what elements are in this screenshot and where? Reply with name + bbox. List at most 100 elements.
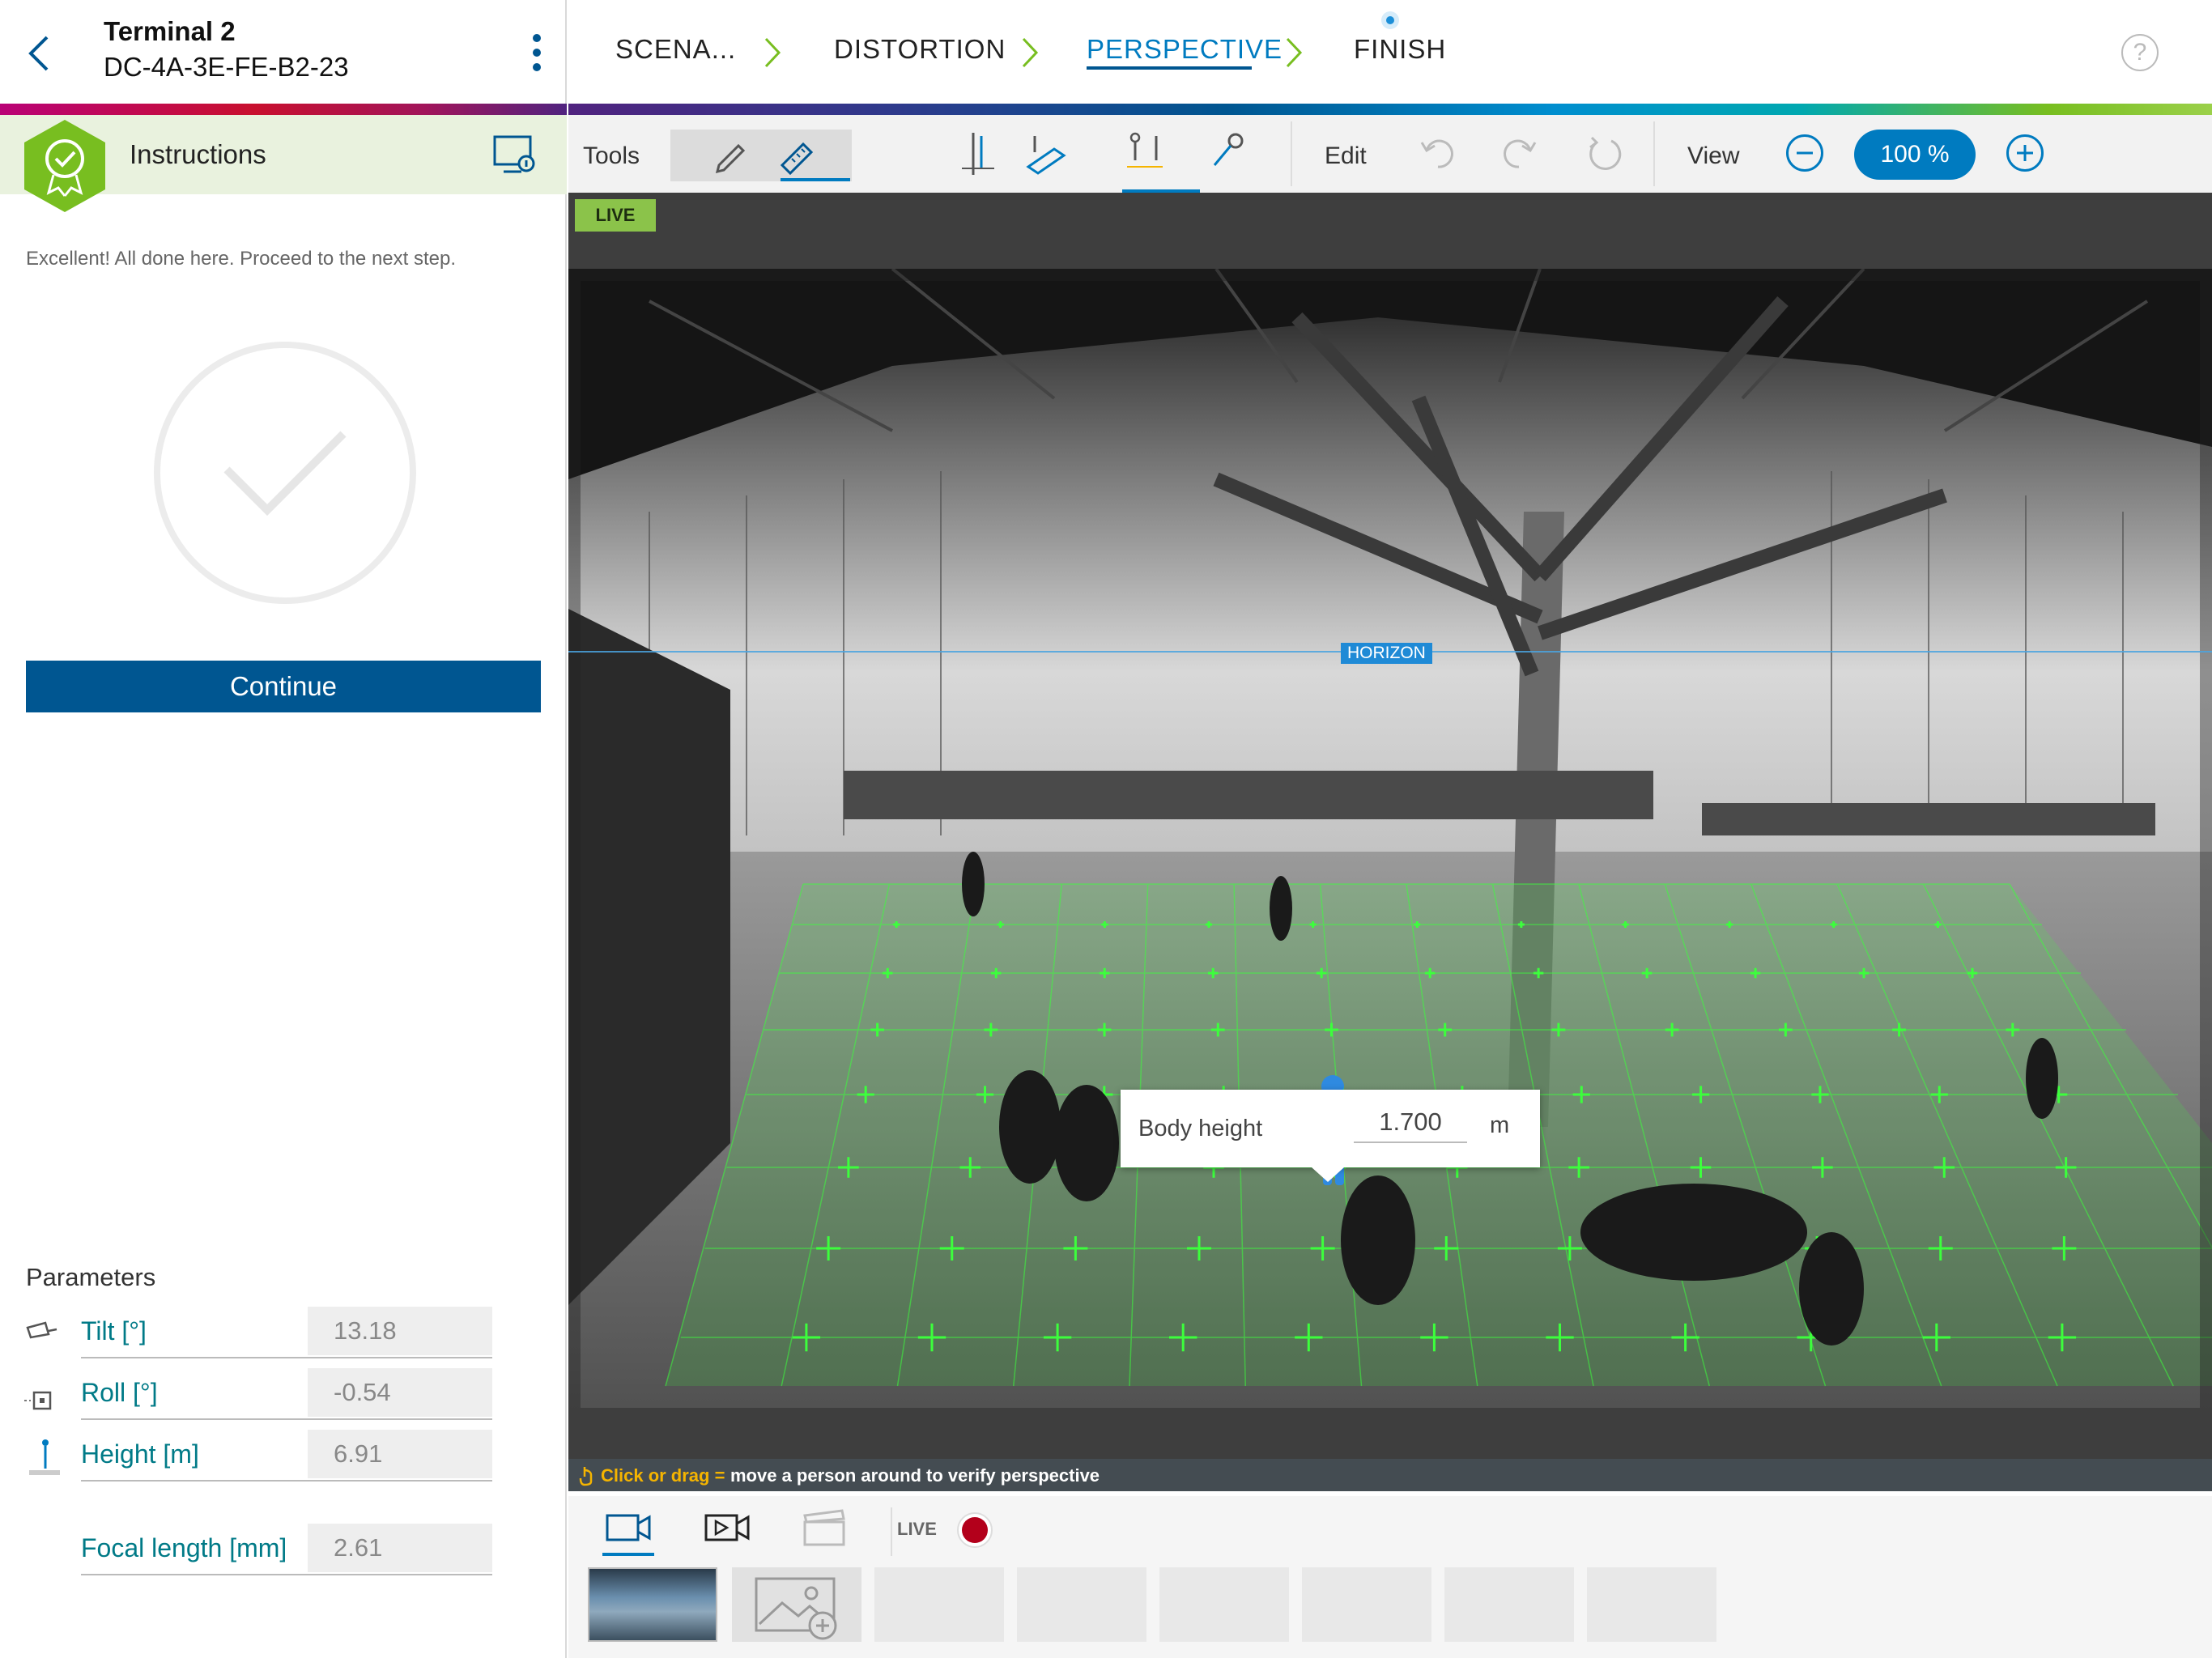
divider bbox=[81, 1574, 492, 1575]
body-height-unit: m bbox=[1490, 1112, 1510, 1138]
brand-strip bbox=[0, 104, 567, 115]
screen-hint-icon bbox=[493, 135, 535, 173]
divider bbox=[81, 1480, 492, 1482]
hint-text: move a person around to verify perspecti… bbox=[730, 1465, 1100, 1486]
brand-strip bbox=[568, 104, 2212, 115]
tilt-label: Tilt [°] bbox=[81, 1316, 147, 1346]
live-tag: LIVE bbox=[575, 199, 656, 232]
kebab-dot-icon bbox=[533, 34, 541, 42]
terminal-hall-image bbox=[568, 269, 2212, 1420]
chevron-right-icon bbox=[1022, 37, 1039, 68]
param-height: Height [m] 6.91 bbox=[0, 1430, 567, 1483]
empty-snapshot-slot bbox=[1017, 1567, 1146, 1642]
calibration-point-tool-icon[interactable] bbox=[1205, 128, 1253, 180]
empty-snapshot-slot bbox=[874, 1567, 1004, 1642]
instructions-text: Excellent! All done here. Proceed to the… bbox=[26, 248, 456, 270]
camera-tilt-icon bbox=[26, 1321, 57, 1339]
plus-icon bbox=[2017, 145, 2033, 161]
left-panel: Terminal 2 DC-4A-3E-FE-B2-23 Instruction… bbox=[0, 0, 567, 1658]
active-tool-indicator bbox=[781, 178, 850, 181]
add-snapshot-button[interactable] bbox=[732, 1567, 861, 1642]
step-perspective[interactable]: PERSPECTIVE bbox=[1087, 34, 1283, 65]
param-roll: Roll [°] -0.54 bbox=[0, 1368, 567, 1422]
body-height-input[interactable]: 1.700 bbox=[1354, 1107, 1467, 1143]
instructions-bar: Instructions bbox=[0, 115, 567, 212]
body-height-label: Body height bbox=[1138, 1116, 1263, 1141]
minus-icon bbox=[1797, 151, 1813, 155]
device-title: Terminal 2 bbox=[104, 16, 236, 46]
body-height-popup: Body height 1.700 m bbox=[1121, 1090, 1540, 1182]
toolbar-separator bbox=[1291, 121, 1292, 186]
camera-viewport[interactable]: LIVE HORIZON Body height 1.700 m Click o… bbox=[568, 193, 2212, 1491]
height-label: Height [m] bbox=[81, 1439, 199, 1469]
device-id: DC-4A-3E-FE-B2-23 bbox=[104, 52, 349, 82]
wizard-steps: SCENA... DISTORTION PERSPECTIVE FINISH ? bbox=[568, 0, 2212, 104]
empty-snapshot-slot bbox=[1444, 1567, 1574, 1642]
zoom-level[interactable]: 100 % bbox=[1854, 130, 1976, 180]
parameters-title: Parameters bbox=[26, 1263, 156, 1291]
empty-snapshot-slot bbox=[1587, 1567, 1716, 1642]
roll-value: -0.54 bbox=[308, 1368, 492, 1417]
more-options-button[interactable] bbox=[525, 31, 549, 76]
help-button[interactable]: ? bbox=[2121, 34, 2159, 71]
param-tilt: Tilt [°] 13.18 bbox=[0, 1307, 567, 1360]
active-tab-indicator bbox=[602, 1553, 654, 1556]
step-scenario[interactable]: SCENA... bbox=[615, 34, 736, 65]
instructions-help-button[interactable] bbox=[492, 134, 538, 176]
roll-label: Roll [°] bbox=[81, 1378, 158, 1407]
success-badge-icon bbox=[21, 118, 108, 214]
divider bbox=[81, 1418, 492, 1420]
chevron-right-icon bbox=[764, 37, 781, 68]
device-header: Terminal 2 DC-4A-3E-FE-B2-23 bbox=[0, 0, 567, 104]
horizon-label: HORIZON bbox=[1341, 643, 1432, 664]
hand-pointer-icon bbox=[579, 1467, 593, 1486]
clapperboard-icon bbox=[803, 1509, 845, 1546]
chevron-left-icon bbox=[28, 36, 49, 71]
tools-label: Tools bbox=[583, 142, 640, 169]
add-image-icon bbox=[755, 1577, 837, 1640]
instructions-title: Instructions bbox=[130, 139, 266, 169]
pencil-icon[interactable] bbox=[706, 130, 755, 181]
back-button[interactable] bbox=[18, 24, 63, 81]
focal-length-label: Focal length [mm] bbox=[81, 1533, 287, 1562]
reset-icon[interactable] bbox=[1580, 128, 1629, 180]
empty-snapshot-slot bbox=[1302, 1567, 1431, 1642]
param-focal-length: Focal length [mm] 2.61 bbox=[0, 1524, 567, 1577]
person-height-tool-icon[interactable] bbox=[1121, 128, 1169, 180]
hint-bar: Click or drag = move a person around to … bbox=[568, 1459, 2212, 1491]
record-button[interactable] bbox=[957, 1512, 993, 1548]
live-video-icon[interactable] bbox=[604, 1507, 653, 1548]
media-strip: LIVE bbox=[568, 1496, 2212, 1658]
ground-plane-tool-icon[interactable] bbox=[1022, 128, 1070, 180]
focal-length-value: 2.61 bbox=[308, 1524, 492, 1572]
step-finish[interactable]: FINISH bbox=[1354, 34, 1446, 65]
strip-separator bbox=[891, 1507, 892, 1556]
chevron-right-icon bbox=[1286, 37, 1303, 68]
completed-check-icon bbox=[154, 342, 416, 604]
tilt-value: 13.18 bbox=[308, 1307, 492, 1355]
empty-snapshot-slot bbox=[1159, 1567, 1289, 1642]
undo-icon[interactable] bbox=[1414, 128, 1462, 180]
roll-icon bbox=[24, 1391, 52, 1410]
divider bbox=[81, 1357, 492, 1358]
continue-button[interactable]: Continue bbox=[26, 661, 541, 712]
redo-icon[interactable] bbox=[1495, 128, 1543, 180]
camera-image[interactable]: HORIZON Body height 1.700 m bbox=[568, 269, 2212, 1420]
zoom-in-button[interactable] bbox=[2006, 134, 2044, 172]
kebab-dot-icon bbox=[533, 63, 541, 71]
live-label: LIVE bbox=[897, 1519, 937, 1539]
ruler-icon[interactable] bbox=[772, 130, 821, 181]
height-value: 6.91 bbox=[308, 1430, 492, 1478]
kebab-dot-icon bbox=[533, 49, 541, 57]
height-icon bbox=[29, 1439, 60, 1475]
view-label: View bbox=[1687, 142, 1740, 169]
step-distortion[interactable]: DISTORTION bbox=[834, 34, 1006, 65]
hint-action: Click or drag = bbox=[601, 1465, 725, 1486]
zoom-out-button[interactable] bbox=[1786, 134, 1823, 172]
snapshot-thumbnail[interactable] bbox=[588, 1567, 717, 1642]
toolbar-separator bbox=[1653, 121, 1655, 186]
current-step-dot-icon bbox=[1381, 11, 1399, 29]
vertical-line-tool-icon[interactable] bbox=[954, 128, 1002, 180]
draw-tool-group bbox=[670, 130, 852, 181]
playback-icon[interactable] bbox=[703, 1507, 751, 1548]
